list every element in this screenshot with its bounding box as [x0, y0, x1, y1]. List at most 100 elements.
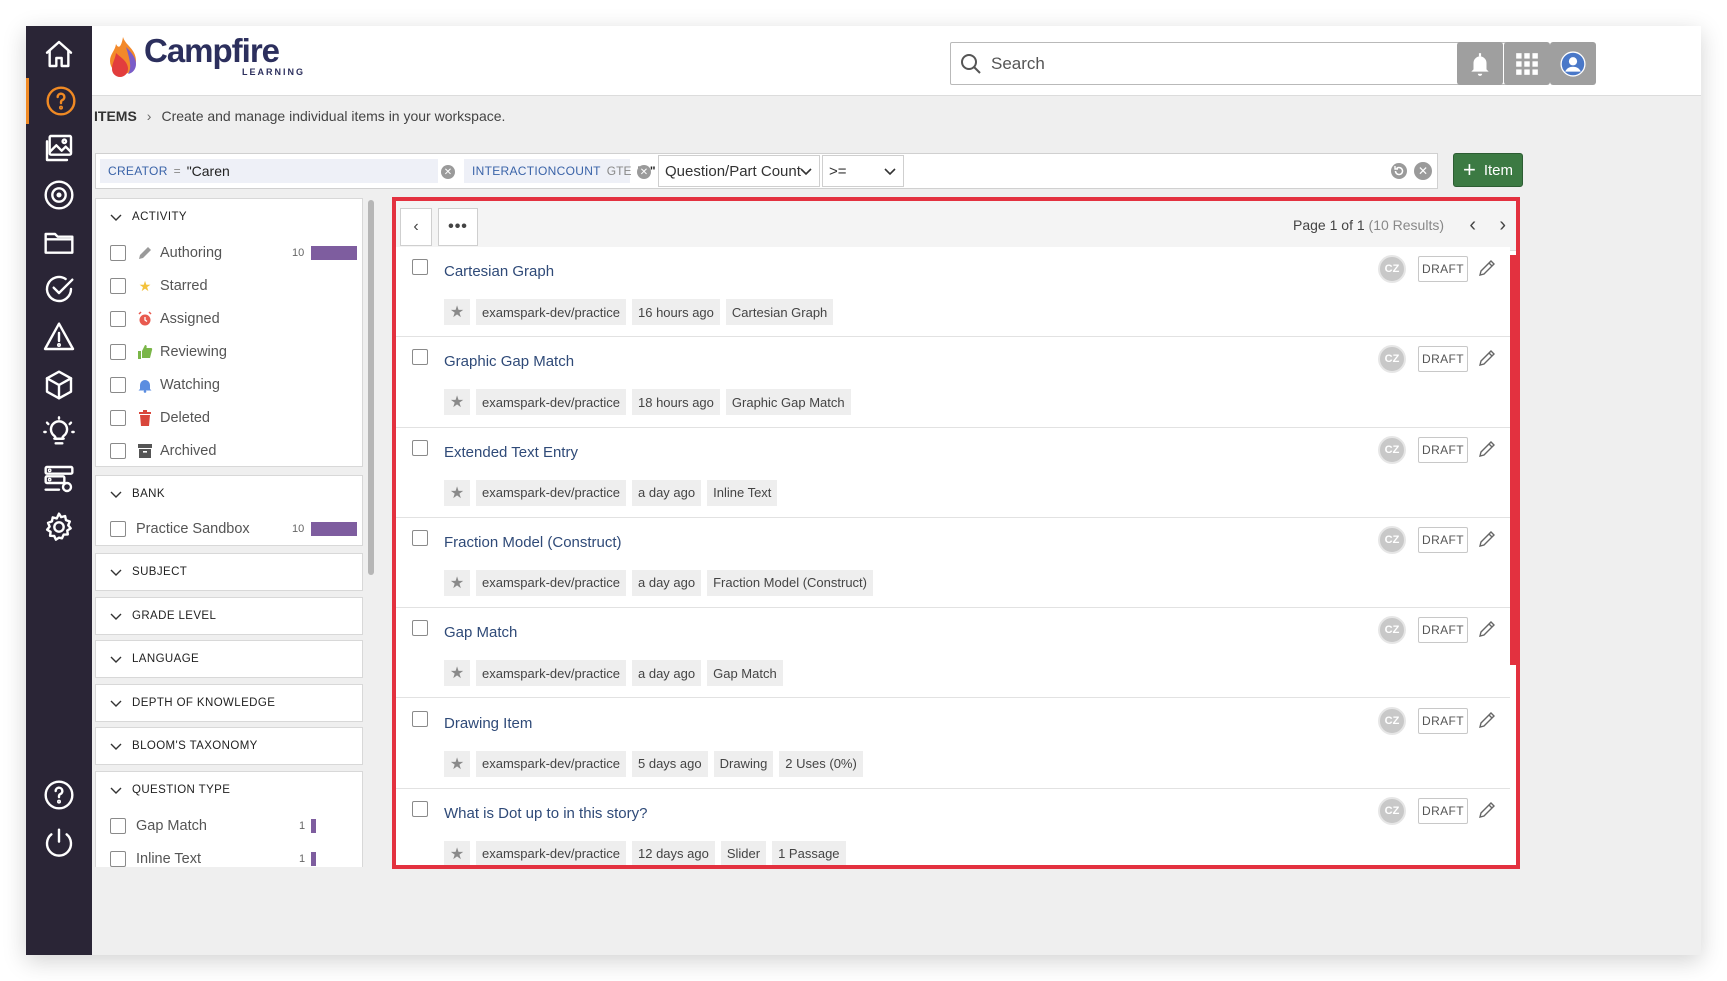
add-item-button[interactable]: + Item [1453, 153, 1523, 187]
clear-filters-icon[interactable]: ✕ [1414, 162, 1432, 180]
item-tag[interactable]: examspark-dev/practice [476, 660, 626, 687]
item-tag[interactable]: examspark-dev/practice [476, 569, 626, 596]
folder-icon[interactable] [26, 219, 92, 265]
facet-option-authoring[interactable]: Authoring 10 [96, 235, 365, 271]
checkbox[interactable] [110, 245, 126, 261]
item-tag[interactable]: Drawing [713, 750, 774, 777]
row-checkbox[interactable] [412, 620, 428, 637]
item-title[interactable]: Drawing Item [444, 715, 532, 732]
list-item[interactable]: What is Dot up to in this story? ★ examsp… [396, 788, 1510, 865]
search-input[interactable] [991, 53, 1491, 74]
item-tag[interactable]: examspark-dev/practice [476, 479, 626, 506]
images-icon[interactable] [26, 125, 92, 171]
more-options-button[interactable]: ••• [438, 208, 478, 246]
item-tag[interactable]: Fraction Model (Construct) [707, 569, 873, 596]
star-icon[interactable]: ★ [444, 840, 470, 865]
checkbox[interactable] [110, 311, 126, 327]
checkbox[interactable] [110, 410, 126, 426]
star-icon[interactable]: ★ [444, 750, 470, 777]
facet-option-assigned[interactable]: Assigned [96, 301, 365, 337]
help-icon[interactable] [26, 78, 92, 124]
facet-header-question-type[interactable]: QUESTION TYPE [95, 771, 363, 809]
facet-header-depth-of-knowledge[interactable]: DEPTH OF KNOWLEDGE [95, 684, 363, 722]
edit-pencil-icon[interactable] [1476, 257, 1498, 279]
facet-option-archived[interactable]: Archived [96, 433, 365, 469]
item-tag[interactable]: a day ago [632, 660, 702, 687]
row-checkbox[interactable] [412, 710, 428, 727]
facet-header-language[interactable]: LANGUAGE [95, 640, 363, 678]
item-title[interactable]: Gap Match [444, 624, 517, 641]
facet-option-inline-text[interactable]: Inline Text 1 [96, 841, 365, 867]
breadcrumb-section[interactable]: ITEMS [94, 108, 137, 124]
star-icon[interactable]: ★ [444, 479, 470, 506]
item-title[interactable]: What is Dot up to in this story? [444, 805, 647, 822]
facet-option-deleted[interactable]: Deleted [96, 400, 365, 436]
item-tag[interactable]: 2 Uses (0%) [779, 750, 863, 777]
item-tag[interactable]: examspark-dev/practice [476, 299, 626, 325]
row-checkbox[interactable] [412, 800, 428, 817]
row-checkbox[interactable] [412, 349, 428, 366]
star-icon[interactable]: ★ [444, 299, 470, 325]
server-settings-icon[interactable] [26, 456, 92, 502]
item-title[interactable]: Fraction Model (Construct) [444, 534, 622, 551]
edit-pencil-icon[interactable] [1476, 709, 1498, 731]
facet-header-grade-level[interactable]: GRADE LEVEL [95, 597, 363, 635]
checkbox[interactable] [110, 521, 126, 537]
list-item[interactable]: Graphic Gap Match ★ examspark-dev/practic… [396, 337, 1510, 428]
lightbulb-icon[interactable] [26, 409, 92, 455]
results-scrollbar[interactable] [1510, 255, 1516, 665]
apps-button[interactable] [1504, 42, 1550, 85]
profile-button[interactable] [1550, 42, 1596, 85]
row-checkbox[interactable] [412, 259, 428, 275]
item-tag[interactable]: Inline Text [707, 479, 778, 506]
cube-icon[interactable] [26, 362, 92, 408]
target-icon[interactable] [26, 172, 92, 218]
item-tag[interactable]: Cartesian Graph [725, 299, 834, 325]
checkbox[interactable] [110, 818, 126, 834]
edit-pencil-icon[interactable] [1476, 799, 1498, 821]
edit-pencil-icon[interactable] [1476, 347, 1498, 369]
facet-header-blooms-taxonomy[interactable]: BLOOM'S TAXONOMY [95, 727, 363, 765]
item-tag[interactable]: examspark-dev/practice [476, 840, 626, 865]
filter-operator-select[interactable]: >= [822, 155, 904, 187]
item-tag[interactable]: 18 hours ago [632, 389, 720, 416]
row-checkbox[interactable] [412, 529, 428, 546]
campfire-logo[interactable]: Campfire LEARNING [106, 34, 305, 77]
notifications-button[interactable] [1457, 42, 1503, 85]
star-icon[interactable]: ★ [444, 389, 470, 416]
item-tag[interactable]: 12 days ago [632, 840, 715, 865]
home-icon[interactable] [26, 31, 92, 77]
collapse-sidebar-button[interactable]: ‹ [400, 208, 432, 246]
item-tag[interactable]: a day ago [632, 569, 702, 596]
facet-header-bank[interactable]: BANK [95, 475, 363, 513]
prev-page-icon[interactable]: ‹ [1469, 214, 1476, 237]
edit-pencil-icon[interactable] [1476, 618, 1498, 640]
list-item[interactable]: Drawing Item ★ examspark-dev/practice 5 da… [396, 698, 1510, 789]
facet-header-activity[interactable]: ACTIVITY [95, 198, 363, 236]
item-tag[interactable]: Slider [720, 840, 767, 865]
edit-pencil-icon[interactable] [1476, 528, 1498, 550]
power-icon[interactable] [26, 820, 92, 866]
item-tag[interactable]: examspark-dev/practice [476, 750, 626, 777]
edit-pencil-icon[interactable] [1476, 438, 1498, 460]
warning-icon[interactable] [26, 314, 92, 360]
filter-field-select[interactable]: Question/Part Count [658, 155, 820, 187]
list-item[interactable]: Fraction Model (Construct) ★ examspark-de… [396, 517, 1510, 609]
check-circle-icon[interactable] [26, 266, 92, 312]
facet-option-practice-sandbox[interactable]: Practice Sandbox 10 [96, 511, 365, 547]
facet-option-reviewing[interactable]: Reviewing [96, 334, 365, 370]
list-item[interactable]: Cartesian Graph ★ examspark-dev/practice 1… [396, 247, 1510, 338]
sidebar-scrollbar[interactable] [368, 200, 374, 575]
search-box[interactable] [950, 42, 1524, 85]
item-tag[interactable]: 5 days ago [632, 750, 708, 777]
star-icon[interactable]: ★ [444, 660, 470, 687]
filter-chip-interactioncount[interactable]: INTERACTIONCOUNT GTE "1" [464, 159, 656, 183]
refresh-icon[interactable] [1390, 162, 1408, 180]
remove-filter-icon[interactable]: ✕ [637, 165, 651, 179]
checkbox[interactable] [110, 851, 126, 867]
item-tag[interactable]: 16 hours ago [632, 299, 720, 325]
row-checkbox[interactable] [412, 439, 428, 456]
next-page-icon[interactable]: › [1499, 214, 1506, 237]
facet-option-starred[interactable]: ★ Starred [96, 268, 365, 304]
item-tag[interactable]: 1 Passage [772, 840, 846, 865]
